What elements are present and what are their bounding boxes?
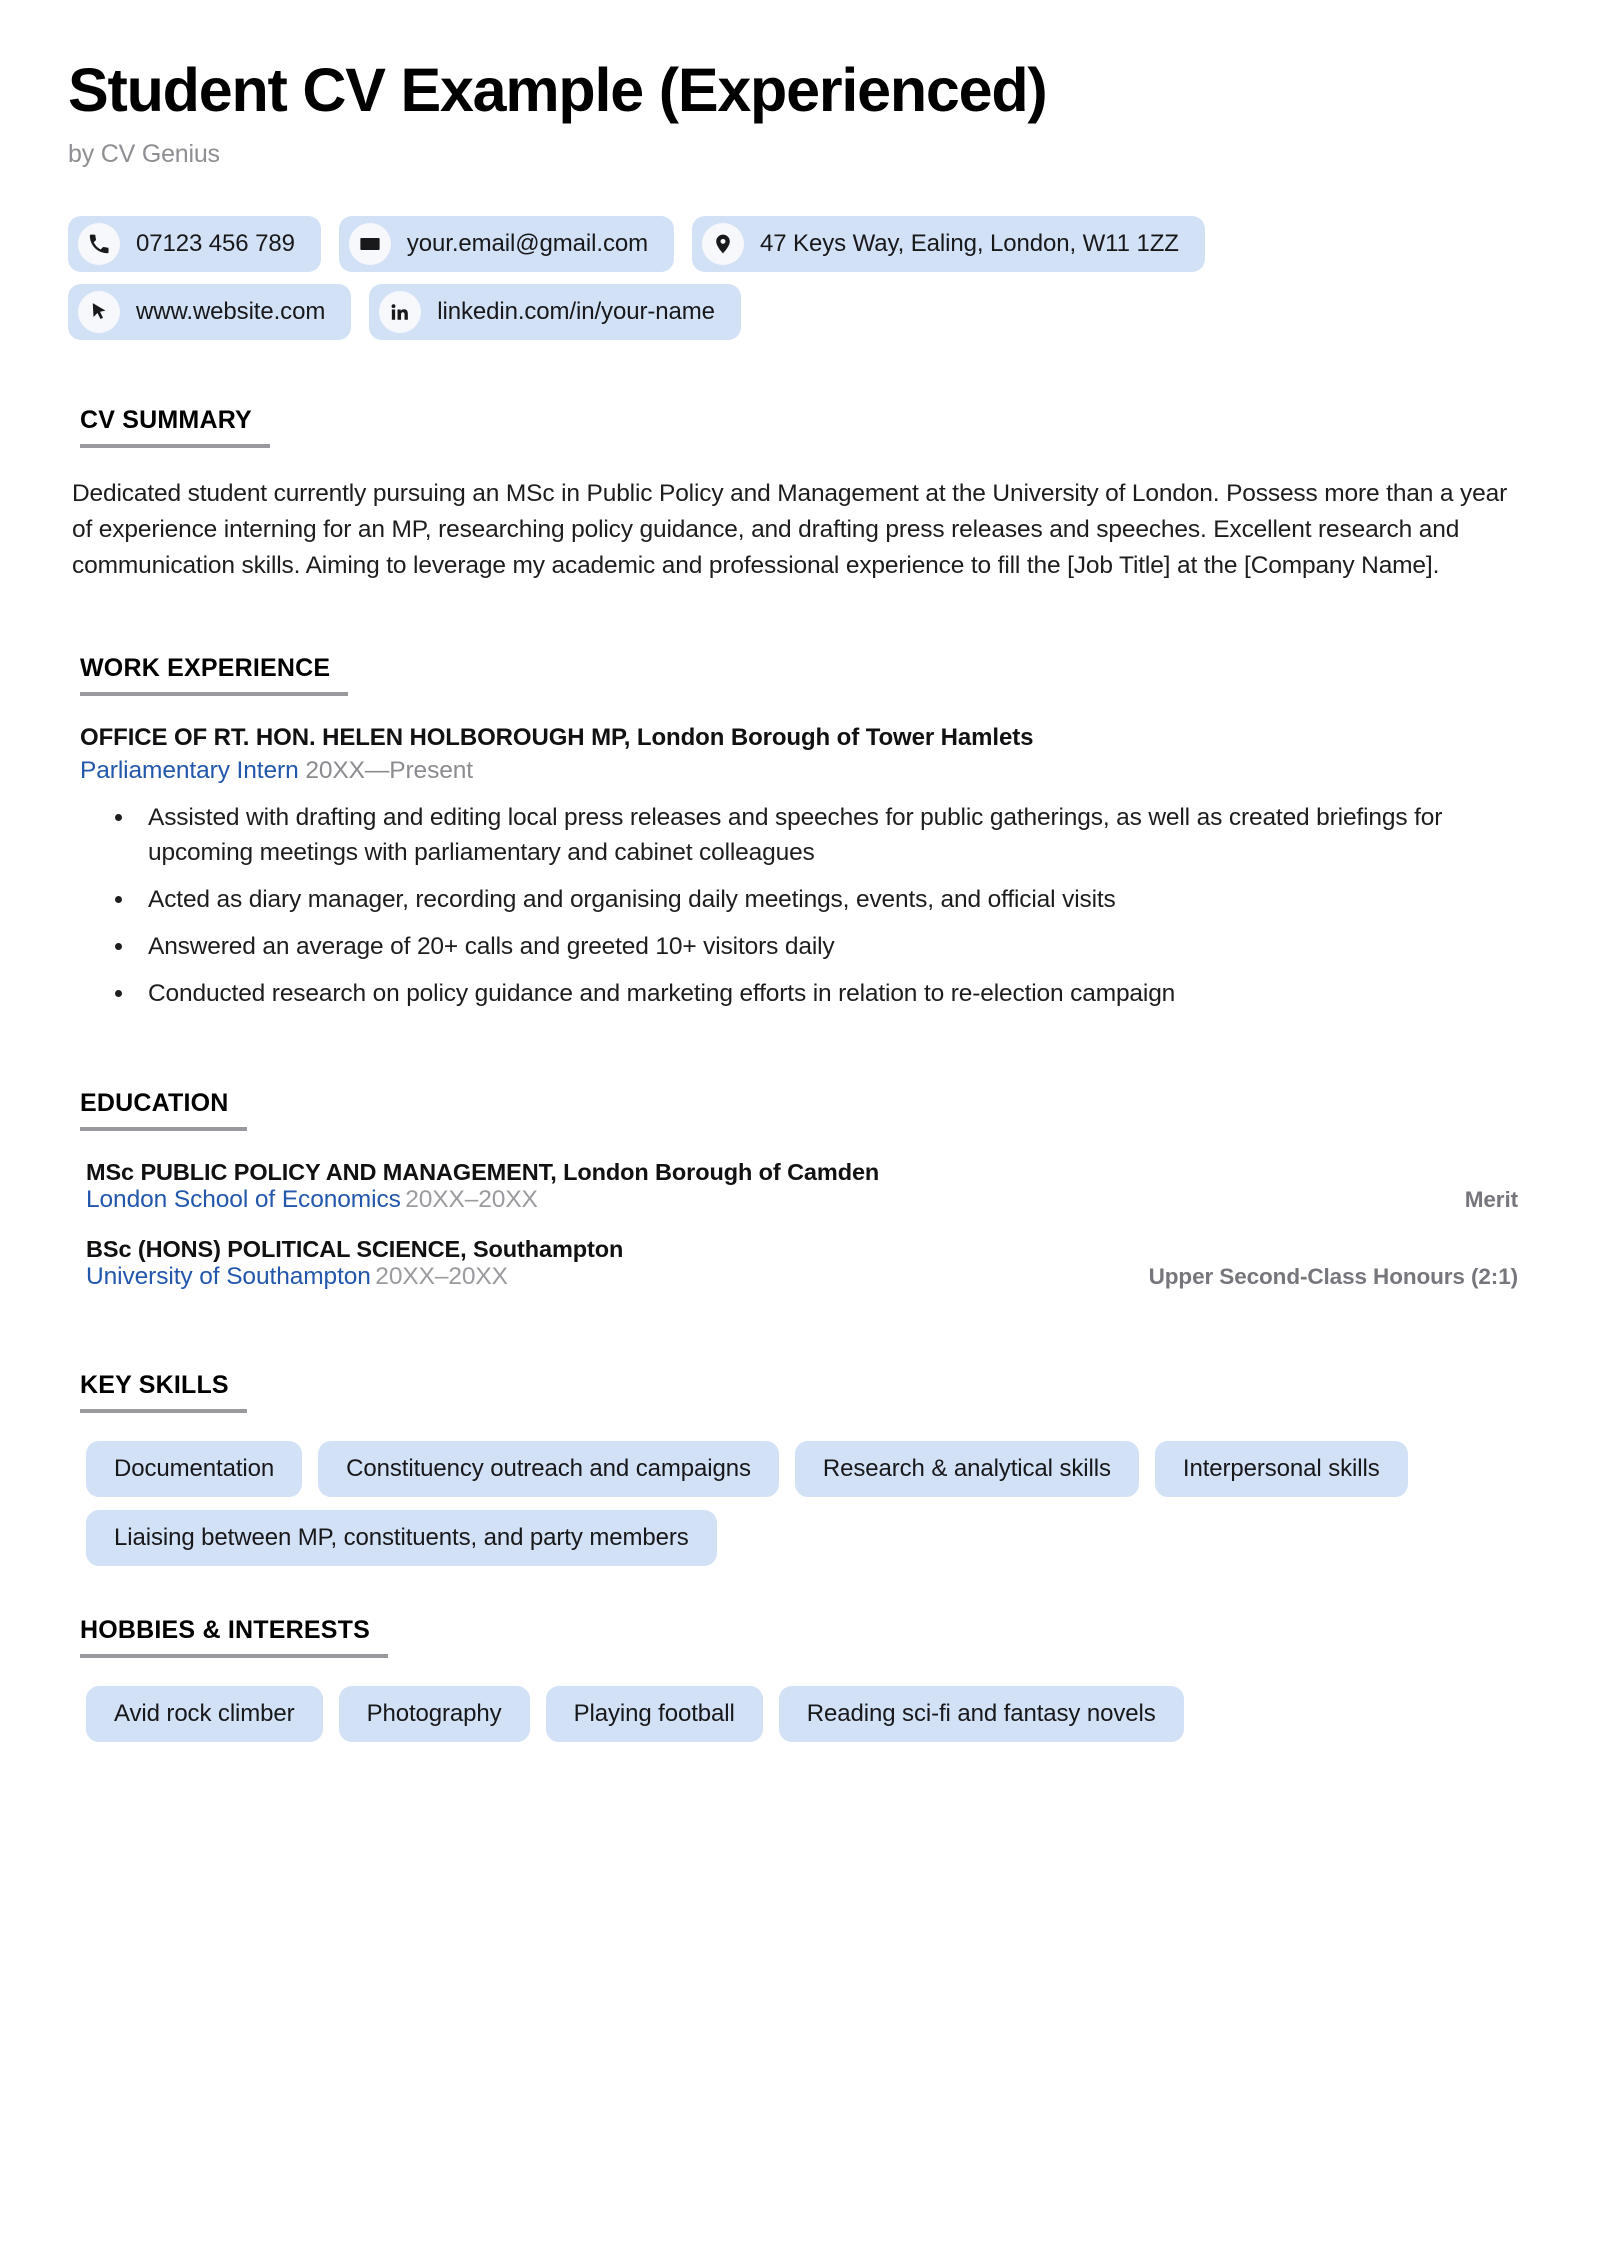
linkedin-url: linkedin.com/in/your-name (437, 298, 715, 326)
linkedin-icon (379, 291, 422, 334)
contact-row-primary: 07123 456 789 your.email@gmail.com 47 Ke… (68, 216, 1532, 273)
section-body-education: MSc PUBLIC POLICY AND MANAGEMENT, London… (68, 1159, 1532, 1291)
contact-info-group: 07123 456 789 your.email@gmail.com 47 Ke… (68, 216, 1532, 341)
street-address: 47 Keys Way, Ealing, London, W11 1ZZ (759, 230, 1179, 258)
section-heading-education: EDUCATION (80, 1089, 247, 1132)
list-item: Conducted research on policy guidance an… (80, 976, 1480, 1011)
work-entry: OFFICE OF RT. HON. HELEN HOLBOROUGH MP, … (68, 724, 1532, 1011)
skills-chip-group: Documentation Constituency outreach and … (68, 1441, 1458, 1567)
skill-chip: Constituency outreach and campaigns (318, 1441, 779, 1498)
education-entry: MSc PUBLIC POLICY AND MANAGEMENT, London… (68, 1159, 1532, 1214)
cursor-pointer-icon (78, 291, 120, 334)
skill-chip: Liaising between MP, constituents, and p… (86, 1510, 717, 1567)
document-header: Student CV Example (Experienced) by CV G… (68, 44, 1532, 169)
section-body-hobbies: Avid rock climber Photography Playing fo… (68, 1686, 1532, 1743)
contact-pill-email[interactable]: your.email@gmail.com (338, 216, 674, 273)
hobbies-chip-group: Avid rock climber Photography Playing fo… (68, 1686, 1458, 1743)
section-body-work: OFFICE OF RT. HON. HELEN HOLBOROUGH MP, … (68, 724, 1532, 1011)
section-hobbies-interests: HOBBIES & INTERESTS Avid rock climber Ph… (68, 1616, 1532, 1743)
job-meta: Parliamentary Intern 20XX—Present (80, 757, 1532, 785)
contact-pill-website[interactable]: www.website.com (68, 284, 352, 341)
education-dates: 20XX–20XX (405, 1186, 538, 1214)
location-pin-icon (701, 223, 744, 266)
institution-name: London School of Economics (86, 1186, 401, 1214)
work-bullet-list: Assisted with drafting and editing local… (80, 800, 1532, 1011)
email-address: your.email@gmail.com (406, 230, 648, 258)
skill-chip: Documentation (86, 1441, 303, 1498)
hobby-chip: Photography (338, 1686, 530, 1743)
section-title-text: HOBBIES & INTERESTS (80, 1616, 370, 1645)
phone-number: 07123 456 789 (136, 230, 295, 258)
education-grade: Merit (1464, 1187, 1518, 1213)
skill-chip: Interpersonal skills (1154, 1441, 1408, 1498)
cv-document-page: Student CV Example (Experienced) by CV G… (0, 0, 1600, 2263)
education-meta: London School of Economics 20XX–20XX (86, 1186, 1465, 1214)
section-title-text: WORK EXPERIENCE (80, 654, 331, 683)
education-meta-row: London School of Economics 20XX–20XX Mer… (86, 1186, 1532, 1214)
list-item: Assisted with drafting and editing local… (80, 800, 1480, 870)
list-item: Answered an average of 20+ calls and gre… (80, 929, 1480, 964)
degree-title: MSc PUBLIC POLICY AND MANAGEMENT, London… (86, 1159, 880, 1186)
summary-paragraph: Dedicated student currently pursuing an … (72, 480, 1508, 580)
hobby-chip: Reading sci-fi and fantasy novels (778, 1686, 1184, 1743)
hobby-chip: Playing football (545, 1686, 763, 1743)
hobby-chip: Avid rock climber (86, 1686, 323, 1743)
section-cv-summary: CV SUMMARY Dedicated student currently p… (68, 406, 1532, 584)
education-meta-row: University of Southampton 20XX–20XX Uppe… (86, 1263, 1532, 1291)
section-heading-summary: CV SUMMARY (80, 406, 270, 449)
section-title-text: KEY SKILLS (80, 1371, 229, 1400)
section-title-text: CV SUMMARY (80, 406, 252, 435)
degree-title: BSc (HONS) POLITICAL SCIENCE, Southampto… (86, 1236, 624, 1263)
contact-pill-phone[interactable]: 07123 456 789 (68, 216, 321, 273)
contact-pill-address[interactable]: 47 Keys Way, Ealing, London, W11 1ZZ (691, 216, 1205, 273)
section-work-experience: WORK EXPERIENCE OFFICE OF RT. HON. HELEN… (68, 654, 1532, 1011)
job-title: Parliamentary Intern (80, 757, 299, 785)
education-entry: BSc (HONS) POLITICAL SCIENCE, Southampto… (68, 1236, 1532, 1291)
skill-chip: Research & analytical skills (794, 1441, 1139, 1498)
email-icon (348, 223, 391, 266)
list-item: Acted as diary manager, recording and or… (80, 882, 1480, 917)
contact-pill-linkedin[interactable]: linkedin.com/in/your-name (369, 284, 741, 341)
education-meta: University of Southampton 20XX–20XX (86, 1263, 1149, 1291)
section-title-text: EDUCATION (80, 1089, 229, 1118)
education-dates: 20XX–20XX (375, 1263, 508, 1291)
section-body-summary: Dedicated student currently pursuing an … (68, 476, 1532, 584)
employer-name: OFFICE OF RT. HON. HELEN HOLBOROUGH MP, … (80, 724, 1034, 752)
section-body-skills: Documentation Constituency outreach and … (68, 1441, 1532, 1567)
section-key-skills: KEY SKILLS Documentation Constituency ou… (68, 1371, 1532, 1567)
byline: by CV Genius (68, 140, 220, 169)
institution-name: University of Southampton (86, 1263, 371, 1291)
phone-icon (78, 223, 120, 266)
contact-row-secondary: www.website.com linkedin.com/in/your-nam… (68, 284, 1532, 341)
section-heading-skills: KEY SKILLS (80, 1371, 247, 1414)
section-heading-work: WORK EXPERIENCE (80, 654, 349, 697)
website-url: www.website.com (136, 298, 326, 326)
section-education: EDUCATION MSc PUBLIC POLICY AND MANAGEME… (68, 1089, 1532, 1291)
education-grade: Upper Second-Class Honours (2:1) (1148, 1264, 1518, 1290)
section-heading-hobbies: HOBBIES & INTERESTS (80, 1616, 388, 1659)
page-title: Student CV Example (Experienced) (68, 56, 1048, 124)
job-dates: 20XX—Present (305, 757, 473, 785)
